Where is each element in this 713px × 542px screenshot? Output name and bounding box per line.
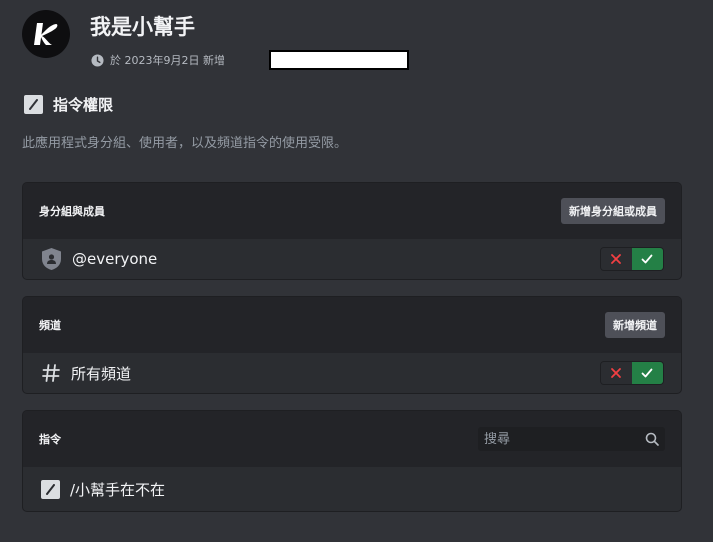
shield-user-icon	[42, 248, 61, 270]
check-icon	[641, 254, 653, 264]
role-label: @everyone	[72, 250, 158, 268]
added-date-row: 於 2023年9月2日 新增	[91, 52, 225, 68]
redacted-box	[269, 50, 409, 70]
command-search	[478, 427, 665, 451]
check-icon	[641, 368, 653, 378]
x-icon	[611, 254, 622, 264]
hashtag-icon	[42, 364, 60, 382]
added-date-text: 於 2023年9月2日 新增	[110, 54, 225, 67]
add-channel-button[interactable]: 新增頻道	[605, 312, 665, 338]
roles-card-header: 身分組與成員 新增身分組或成員	[23, 183, 681, 239]
channels-card-title: 頻道	[39, 319, 61, 332]
deny-button[interactable]	[601, 248, 632, 270]
command-search-input[interactable]	[484, 431, 634, 447]
allow-button[interactable]	[631, 248, 663, 270]
channel-label: 所有頻道	[71, 364, 132, 383]
deny-button[interactable]	[601, 362, 632, 384]
channels-card-header: 頻道 新增頻道	[23, 297, 681, 353]
add-role-or-member-button[interactable]: 新增身分組或成員	[561, 198, 665, 224]
commands-card-title: 指令	[39, 433, 61, 446]
permissions-heading: 指令權限	[24, 94, 113, 115]
roles-card: 身分組與成員 新增身分組或成員 @everyone	[22, 182, 682, 280]
channels-card: 頻道 新增頻道 所有頻道	[22, 296, 682, 394]
app-avatar	[22, 10, 70, 58]
x-icon	[611, 368, 622, 378]
k-logo-icon	[34, 23, 58, 45]
commands-card: 指令 /小幫手在不在	[22, 410, 682, 512]
commands-card-header: 指令	[23, 411, 681, 467]
clock-icon	[91, 53, 104, 67]
role-row: @everyone	[23, 239, 681, 279]
slash-command-icon	[24, 95, 43, 114]
role-permission-toggle	[600, 247, 664, 271]
app-name: 我是小幫手	[90, 15, 195, 39]
permissions-title: 指令權限	[53, 96, 114, 114]
search-icon[interactable]	[645, 432, 659, 446]
roles-card-title: 身分組與成員	[39, 205, 105, 218]
channel-row: 所有頻道	[23, 353, 681, 393]
command-row[interactable]: /小幫手在不在	[23, 467, 681, 511]
command-label: /小幫手在不在	[70, 480, 166, 499]
allow-button[interactable]	[631, 362, 663, 384]
permissions-description: 此應用程式身分組、使用者，以及頻道指令的使用受限。	[22, 136, 348, 151]
app-header: 我是小幫手 於 2023年9月2日 新增	[22, 10, 702, 70]
slash-command-icon	[41, 479, 60, 499]
channel-permission-toggle	[600, 361, 664, 385]
